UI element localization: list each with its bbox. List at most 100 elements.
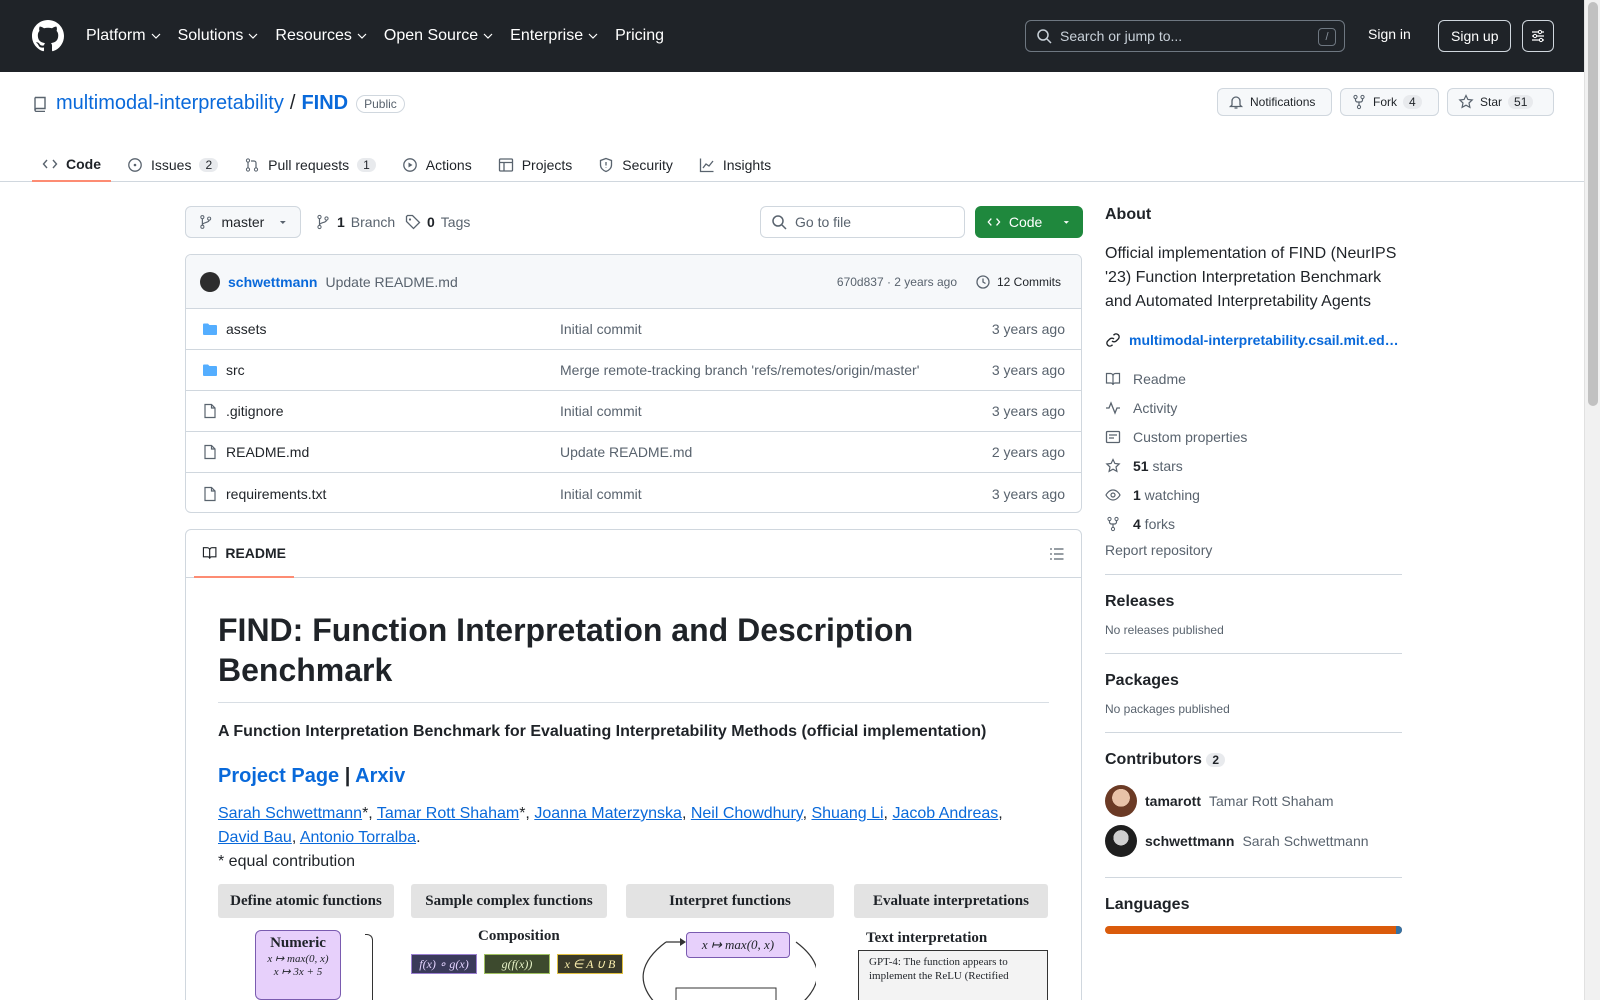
- table-row[interactable]: src Merge remote-tracking branch 'refs/r…: [186, 350, 1081, 391]
- star-button[interactable]: Star 51: [1447, 88, 1554, 116]
- file-name-link[interactable]: requirements.txt: [226, 486, 546, 502]
- author-link[interactable]: David Bau: [218, 829, 292, 846]
- table-row[interactable]: .gitignore Initial commit 3 years ago: [186, 391, 1081, 432]
- file-icon: [204, 486, 216, 501]
- website-link[interactable]: multimodal-interpretability.csail.mit.ed…: [1105, 332, 1402, 348]
- tab-label: Issues: [151, 157, 192, 173]
- nav-enterprise[interactable]: Enterprise: [510, 27, 599, 45]
- sign-up-button[interactable]: Sign up: [1438, 20, 1512, 52]
- sidebar-item-forks[interactable]: 4 forks: [1105, 509, 1402, 538]
- sidebar-item-watching[interactable]: 1 watching: [1105, 480, 1402, 509]
- tag-icon: [405, 214, 421, 230]
- author-link[interactable]: Tamar Rott Shaham: [377, 805, 519, 822]
- commit-author-link[interactable]: schwettmann: [228, 274, 317, 290]
- commits-history-link[interactable]: 12 Commits: [975, 274, 1061, 290]
- tab-insights[interactable]: Insights: [689, 148, 781, 182]
- file-commit-message[interactable]: Update README.md: [560, 444, 692, 460]
- repo-owner-link[interactable]: multimodal-interpretability: [56, 92, 284, 115]
- search-placeholder: Search or jump to...: [1060, 28, 1183, 44]
- nav-pricing[interactable]: Pricing: [615, 27, 664, 45]
- report-repository-link[interactable]: Report repository: [1105, 542, 1402, 558]
- branches-link[interactable]: 1 Branch: [315, 214, 395, 230]
- readme-subtitle: A Function Interpretation Benchmark for …: [218, 723, 987, 740]
- file-name-link[interactable]: README.md: [226, 444, 546, 460]
- project-page-link[interactable]: Project Page: [218, 765, 339, 787]
- author-separator: ,: [291, 829, 300, 846]
- sidebar-item-readme[interactable]: Readme: [1105, 364, 1402, 393]
- contributors-heading[interactable]: Contributors 2: [1105, 751, 1402, 769]
- composition-op: x ∈ A ∪ B: [557, 954, 623, 974]
- tab-actions[interactable]: Actions: [392, 148, 482, 182]
- tag-label: Tags: [440, 214, 471, 230]
- search-input[interactable]: Search or jump to... /: [1025, 20, 1345, 52]
- tags-link[interactable]: 0 Tags: [405, 214, 470, 230]
- code-dropdown-button[interactable]: Code: [975, 206, 1083, 238]
- website-url[interactable]: multimodal-interpretability.csail.mit.ed…: [1129, 332, 1399, 348]
- author-link[interactable]: Neil Chowdhury: [691, 805, 803, 822]
- tab-projects[interactable]: Projects: [488, 148, 583, 182]
- fork-count: 4: [1403, 95, 1422, 109]
- packages-heading[interactable]: Packages: [1105, 672, 1402, 690]
- commit-hash-time[interactable]: 670d837 · 2 years ago: [837, 275, 957, 289]
- tab-issues[interactable]: Issues 2: [117, 148, 228, 182]
- list-unordered-icon[interactable]: [1049, 546, 1065, 562]
- book-icon: [202, 547, 217, 559]
- file-commit-message[interactable]: Initial commit: [560, 486, 642, 502]
- note-icon: [1105, 430, 1121, 443]
- author-link[interactable]: Antonio Torralba: [300, 829, 416, 846]
- issue-icon: [128, 158, 142, 172]
- avatar[interactable]: [1105, 825, 1137, 857]
- commit-message-link[interactable]: Update README.md: [325, 274, 457, 290]
- nav-solutions[interactable]: Solutions: [178, 27, 260, 45]
- contributor-login[interactable]: tamarott: [1145, 793, 1201, 809]
- scrollbar-thumb[interactable]: [1588, 2, 1598, 406]
- nav-platform[interactable]: Platform: [86, 27, 162, 45]
- file-name-link[interactable]: src: [226, 362, 546, 378]
- menu-button[interactable]: [1522, 20, 1554, 52]
- tab-pull-requests[interactable]: Pull requests 1: [234, 148, 386, 182]
- nav-resources[interactable]: Resources: [275, 27, 367, 45]
- author-link[interactable]: Joanna Materzynska: [534, 805, 682, 822]
- file-name-link[interactable]: assets: [226, 321, 546, 337]
- author-link[interactable]: Sarah Schwettmann: [218, 805, 362, 822]
- sidebar-item-stars[interactable]: 51 stars: [1105, 451, 1402, 480]
- fork-button[interactable]: Fork 4: [1340, 88, 1439, 116]
- notifications-label: Notifications: [1250, 95, 1316, 109]
- author-link[interactable]: Jacob Andreas: [892, 805, 998, 822]
- avatar[interactable]: [200, 271, 220, 292]
- sign-in-link[interactable]: Sign in: [1368, 26, 1411, 42]
- contributor-item[interactable]: tamarott Tamar Rott Shaham: [1105, 781, 1402, 821]
- author-link[interactable]: Shuang Li: [811, 805, 883, 822]
- file-commit-message[interactable]: Initial commit: [560, 403, 642, 419]
- branch-icon: [317, 214, 329, 230]
- contributor-item[interactable]: schwettmann Sarah Schwettmann: [1105, 821, 1402, 861]
- table-row[interactable]: assets Initial commit 3 years ago: [186, 309, 1081, 350]
- arxiv-link[interactable]: Arxiv: [355, 765, 405, 787]
- go-to-file-input[interactable]: Go to file: [760, 206, 965, 238]
- tab-security[interactable]: Security: [588, 148, 683, 182]
- sidebar-item-label: Activity: [1133, 399, 1178, 416]
- file-commit-message[interactable]: Initial commit: [560, 321, 642, 337]
- author-separator: ,: [998, 805, 1003, 822]
- tab-code[interactable]: Code: [32, 148, 111, 182]
- table-row[interactable]: README.md Update README.md 2 years ago: [186, 432, 1081, 473]
- github-logo-icon[interactable]: [32, 20, 64, 52]
- sidebar-item-activity[interactable]: Activity: [1105, 393, 1402, 422]
- readme-tab[interactable]: README: [194, 530, 294, 578]
- repo-name-link[interactable]: FIND: [301, 92, 348, 115]
- nav-open-source[interactable]: Open Source: [384, 27, 494, 45]
- link-separator: |: [344, 765, 351, 787]
- notifications-button[interactable]: Notifications: [1217, 88, 1332, 116]
- table-row[interactable]: requirements.txt Initial commit 3 years …: [186, 473, 1081, 512]
- file-name-link[interactable]: .gitignore: [226, 403, 546, 419]
- contributor-login[interactable]: schwettmann: [1145, 833, 1234, 849]
- file-commit-message[interactable]: Merge remote-tracking branch 'refs/remot…: [560, 362, 919, 378]
- nav-label: Enterprise: [510, 27, 584, 44]
- page-scrollbar[interactable]: [1584, 0, 1600, 1000]
- releases-heading[interactable]: Releases: [1105, 593, 1402, 611]
- sidebar-item-custom-properties[interactable]: Custom properties: [1105, 422, 1402, 451]
- branch-select-button[interactable]: master: [185, 206, 301, 238]
- search-icon: [772, 215, 787, 230]
- star-icon: [1458, 94, 1474, 109]
- avatar[interactable]: [1105, 785, 1137, 817]
